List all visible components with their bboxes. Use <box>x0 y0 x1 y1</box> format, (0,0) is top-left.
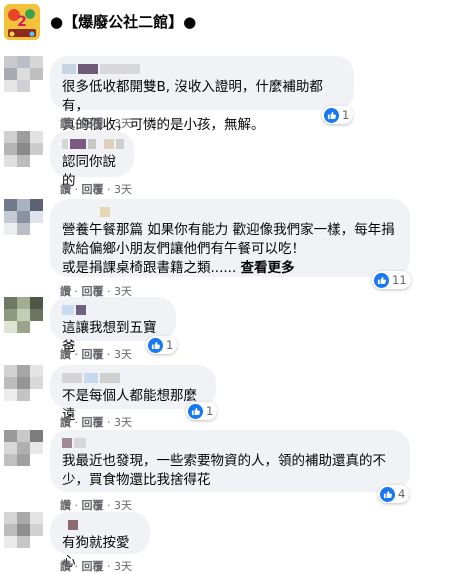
comment-bubble[interactable]: 營養午餐那篇 如果你有能力 歡迎像我們家一樣，每年捐 款給偏鄉小朋友們讓他們有午餐… <box>50 199 410 277</box>
reply-button[interactable]: 回覆 <box>82 117 104 130</box>
commenter-name[interactable] <box>62 62 342 76</box>
avatar[interactable] <box>4 199 44 235</box>
timestamp[interactable]: 3天 <box>114 348 132 361</box>
comment-bubble[interactable]: 很多低收都開雙B, 沒收入證明，什麼補助都有， 真的低收，可憐的是小孩，無解。 <box>50 56 354 133</box>
thumbs-up-icon <box>188 403 203 419</box>
timestamp[interactable]: 3天 <box>114 183 132 196</box>
group-header: 2 ●【爆廢公社二館】● <box>0 0 453 42</box>
comment-actions: 讚 · 回覆 · 3天 <box>60 117 132 130</box>
reply-button[interactable]: 回覆 <box>82 183 104 196</box>
group-logo[interactable]: 2 <box>4 4 40 40</box>
see-more-link[interactable]: 查看更多 <box>241 260 295 276</box>
like-button[interactable]: 讚 <box>60 416 71 429</box>
commenter-name[interactable] <box>62 303 164 317</box>
comment-bubble[interactable]: 有狗就按愛心 <box>50 512 150 570</box>
like-button[interactable]: 讚 <box>60 183 71 196</box>
comment-actions: 讚 · 回覆 · 3天 <box>60 499 132 512</box>
reaction-count[interactable]: 11 <box>372 271 411 289</box>
commenter-name[interactable] <box>62 137 124 151</box>
timestamp[interactable]: 3天 <box>114 416 132 429</box>
commenter-name[interactable] <box>62 205 398 219</box>
commenter-name[interactable] <box>62 518 138 532</box>
like-button[interactable]: 讚 <box>60 117 71 130</box>
comment-text: 我最近也發現，一些索要物資的人，領的補助還真的不 少，買食物還比我捨得花 <box>62 453 386 488</box>
avatar[interactable] <box>4 512 44 548</box>
svg-text:2: 2 <box>17 14 27 30</box>
comment-text: 營養午餐那篇 如果你有能力 歡迎像我們家一樣，每年捐 款給偏鄉小朋友們讓他們有午餐… <box>62 222 395 276</box>
comment-actions: 讚 · 回覆 · 3天 <box>60 416 132 429</box>
avatar[interactable] <box>4 365 44 401</box>
avatar[interactable] <box>4 297 44 333</box>
commenter-name[interactable] <box>62 436 398 450</box>
like-button[interactable]: 讚 <box>60 348 71 361</box>
reply-button[interactable]: 回覆 <box>82 499 104 512</box>
like-button[interactable]: 讚 <box>60 560 71 573</box>
thumbs-up-icon <box>380 486 395 502</box>
group-title[interactable]: ●【爆廢公社二館】● <box>50 11 196 32</box>
reaction-count[interactable]: 1 <box>146 336 178 354</box>
thumbs-up-icon <box>374 272 389 288</box>
comment-bubble[interactable]: 這讓我想到五寶爸 <box>50 297 176 355</box>
thumbs-up-icon <box>148 337 163 353</box>
reply-button[interactable]: 回覆 <box>82 560 104 573</box>
avatar[interactable] <box>4 56 44 92</box>
reaction-count[interactable]: 1 <box>186 402 218 420</box>
timestamp[interactable]: 3天 <box>114 117 132 130</box>
commenter-name[interactable] <box>62 371 204 385</box>
reply-button[interactable]: 回覆 <box>82 348 104 361</box>
like-button[interactable]: 讚 <box>60 499 71 512</box>
comment-bubble[interactable]: 認同你說的 <box>50 131 134 189</box>
comment-actions: 讚 · 回覆 · 3天 <box>60 348 132 361</box>
comment-actions: 讚 · 回覆 · 3天 <box>60 183 132 196</box>
comment-actions: 讚 · 回覆 · 3天 <box>60 560 132 573</box>
timestamp[interactable]: 3天 <box>114 560 132 573</box>
reaction-count[interactable]: 4 <box>378 485 410 503</box>
thumbs-up-icon <box>324 107 339 123</box>
timestamp[interactable]: 3天 <box>114 499 132 512</box>
avatar[interactable] <box>4 430 44 466</box>
avatar[interactable] <box>4 131 44 167</box>
reply-button[interactable]: 回覆 <box>82 416 104 429</box>
reaction-count[interactable]: 1 <box>322 106 354 124</box>
comment-bubble[interactable]: 我最近也發現，一些索要物資的人，領的補助還真的不 少，買食物還比我捨得花 <box>50 430 410 492</box>
